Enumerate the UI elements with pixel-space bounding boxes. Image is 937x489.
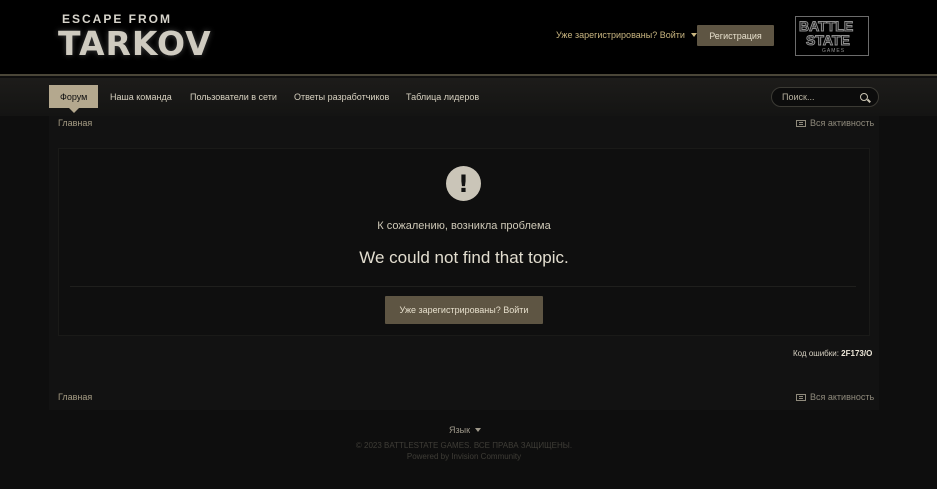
breadcrumb-home-bottom[interactable]: Главная [58, 392, 92, 402]
powered-by-link[interactable]: Powered by Invision Community [0, 452, 928, 461]
bsg-logo-line-3: GAMES [822, 48, 846, 54]
battlestate-logo[interactable]: BATTLE STATE GAMES [795, 16, 869, 56]
login-button[interactable]: Уже зарегистрированы? Войти [385, 296, 543, 324]
newspaper-icon [796, 119, 806, 127]
divider [70, 286, 856, 287]
breadcrumb-home-top[interactable]: Главная [58, 118, 92, 128]
logo-line-2: TARKOV [58, 24, 212, 63]
search-placeholder: Поиск... [782, 92, 815, 102]
register-button[interactable]: Регистрация [697, 25, 774, 46]
login-link-label: Уже зарегистрированы? Войти [556, 30, 685, 40]
nav-item-online-users[interactable]: Пользователи в сети [190, 85, 277, 108]
site-header: ESCAPE FROM TARKOV Уже зарегистрированы?… [0, 0, 937, 76]
error-code-label: Код ошибки: [793, 349, 839, 358]
error-sorry-text: К сожалению, возникла проблема [377, 220, 551, 232]
bsg-logo-line-2: STATE [806, 32, 851, 49]
caret-down-icon [690, 33, 697, 37]
all-activity-link-top[interactable]: Вся активность [796, 118, 874, 128]
tarkov-logo[interactable]: ESCAPE FROM TARKOV [58, 10, 211, 66]
caret-down-icon [475, 428, 482, 432]
nav-item-forum[interactable]: Форум [49, 85, 99, 113]
all-activity-link-bottom[interactable]: Вся активность [796, 392, 874, 402]
exclamation-icon: ! [446, 166, 481, 201]
all-activity-label: Вся активность [810, 118, 875, 128]
nav-item-team[interactable]: Наша команда [110, 85, 172, 108]
search-input[interactable]: Поиск... [771, 87, 879, 107]
error-code: Код ошибки: 2F173/O [793, 349, 872, 358]
all-activity-label: Вся активность [810, 392, 875, 402]
language-selector[interactable]: Язык [449, 425, 482, 435]
nav-item-leaderboard[interactable]: Таблица лидеров [406, 85, 479, 108]
search-icon[interactable] [860, 93, 868, 101]
nav-item-dev-answers[interactable]: Ответы разработчиков [294, 85, 389, 108]
language-label: Язык [449, 425, 471, 435]
error-code-value: 2F173/O [841, 349, 873, 358]
newspaper-icon [796, 393, 806, 401]
copyright-text: © 2023 BATTLESTATE GAMES. ВСЕ ПРАВА ЗАЩИ… [355, 441, 573, 450]
login-dropdown-link[interactable]: Уже зарегистрированы? Войти [556, 30, 697, 40]
error-message: We could not find that topic. [359, 248, 569, 267]
